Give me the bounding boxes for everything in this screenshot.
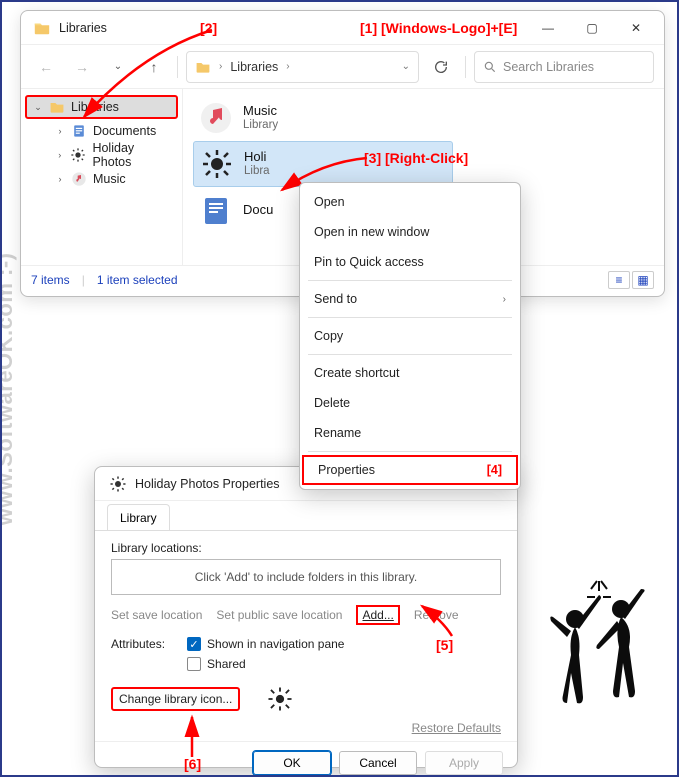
cancel-button[interactable]: Cancel: [339, 751, 417, 775]
annotation-6: [6]: [184, 756, 201, 772]
chevron-down-icon[interactable]: ⌄: [402, 61, 410, 72]
nav-up-button[interactable]: ↑: [139, 52, 169, 82]
search-placeholder: Search Libraries: [503, 60, 594, 74]
item-name: Holi: [244, 149, 294, 165]
ok-button[interactable]: OK: [253, 751, 331, 775]
tab-library[interactable]: Library: [107, 504, 170, 530]
menu-item-create-shortcut[interactable]: Create shortcut: [300, 358, 520, 388]
sun-icon: [109, 475, 127, 493]
tree-root-label: Libraries: [71, 100, 119, 114]
tree-item-label: Documents: [93, 124, 156, 138]
properties-dialog: Holiday Photos Properties ✕ Library Libr…: [94, 466, 518, 768]
item-name: Docu: [243, 202, 283, 218]
chevron-right-icon: ›: [503, 294, 506, 305]
sun-icon: [70, 147, 86, 163]
status-item-count: 7 items: [31, 273, 70, 287]
chevron-right-icon: ›: [55, 126, 65, 136]
documents-icon: [199, 193, 233, 227]
locations-label: Library locations:: [111, 541, 501, 555]
maximize-button[interactable]: ▢: [570, 13, 614, 43]
nav-tree: ⌄ Libraries › Documents ›: [21, 89, 183, 265]
properties-tabs: Library: [95, 501, 517, 531]
address-bar[interactable]: › Libraries › ⌄: [186, 51, 419, 83]
library-item-music[interactable]: Music Library: [193, 95, 654, 141]
set-public-save-location-button[interactable]: Set public save location: [216, 608, 342, 622]
breadcrumb-item[interactable]: Libraries: [230, 60, 278, 74]
annotation-5: [5]: [436, 637, 453, 653]
menu-item-pin-quick-access[interactable]: Pin to Quick access: [300, 247, 520, 277]
chevron-right-icon: ›: [219, 61, 222, 72]
set-save-location-button[interactable]: Set save location: [111, 608, 202, 622]
menu-item-send-to[interactable]: Send to›: [300, 284, 520, 314]
tree-item-documents[interactable]: › Documents: [49, 119, 178, 143]
apply-button[interactable]: Apply: [425, 751, 503, 775]
documents-icon: [71, 123, 87, 139]
search-input[interactable]: Search Libraries: [474, 51, 654, 83]
chevron-right-icon: ›: [55, 150, 64, 160]
menu-item-rename[interactable]: Rename: [300, 418, 520, 448]
status-selection: 1 item selected: [97, 273, 178, 287]
annotation-4: [4]: [487, 463, 502, 477]
attributes-label: Attributes:: [111, 637, 165, 651]
locations-listbox[interactable]: Click 'Add' to include folders in this l…: [111, 559, 501, 595]
search-icon: [483, 60, 497, 74]
tree-item-music[interactable]: › Music: [49, 167, 178, 191]
restore-defaults-button[interactable]: Restore Defaults: [412, 721, 501, 735]
watermark-text: www.SoftwareOK.com :-): [0, 252, 18, 525]
explorer-titlebar: Libraries — ▢ ✕: [21, 11, 664, 45]
sun-icon: [266, 685, 294, 713]
menu-item-copy[interactable]: Copy: [300, 321, 520, 351]
nav-forward-button[interactable]: →: [67, 52, 97, 82]
checkbox-navigation-pane[interactable]: ✓ Shown in navigation pane: [187, 637, 344, 651]
item-subtitle: Library: [243, 119, 278, 133]
checkbox-icon: ✓: [187, 637, 201, 651]
tree-item-label: Holiday Photos: [92, 141, 172, 169]
folder-icon: [195, 59, 211, 75]
tree-item-label: Music: [93, 172, 126, 186]
annotation-2: [2]: [200, 20, 217, 36]
menu-item-open[interactable]: Open: [300, 187, 520, 217]
close-button[interactable]: ✕: [614, 13, 658, 43]
view-icons-button[interactable]: ▦: [632, 271, 654, 289]
chevron-right-icon: ›: [286, 61, 289, 72]
tree-item-holiday-photos[interactable]: › Holiday Photos: [49, 143, 178, 167]
context-menu: Open Open in new window Pin to Quick acc…: [299, 182, 521, 490]
watermark-figures: [537, 575, 667, 755]
nav-back-button[interactable]: ←: [31, 52, 61, 82]
chevron-right-icon: ›: [55, 174, 65, 184]
checkbox-shared[interactable]: Shared: [187, 657, 344, 671]
properties-title: Holiday Photos Properties: [135, 477, 280, 491]
item-subtitle: Libra: [244, 165, 294, 179]
explorer-title: Libraries: [59, 21, 107, 35]
separator: [465, 56, 466, 78]
folder-icon: [49, 99, 65, 115]
music-icon: [71, 171, 87, 187]
view-details-button[interactable]: ≡: [608, 271, 630, 289]
sun-icon: [200, 147, 234, 181]
refresh-button[interactable]: [425, 51, 457, 83]
tree-root-libraries[interactable]: ⌄ Libraries: [25, 95, 178, 119]
change-library-icon-button[interactable]: Change library icon...: [111, 687, 240, 711]
minimize-button[interactable]: —: [526, 13, 570, 43]
menu-item-properties[interactable]: Properties [4]: [302, 455, 518, 485]
nav-recent-button[interactable]: ⌄: [103, 52, 133, 82]
add-button[interactable]: Add...: [356, 605, 399, 625]
explorer-navbar: ← → ⌄ ↑ › Libraries › ⌄: [21, 45, 664, 89]
annotation-3: [3] [Right-Click]: [364, 150, 468, 166]
menu-item-open-new-window[interactable]: Open in new window: [300, 217, 520, 247]
separator: [177, 56, 178, 78]
checkbox-icon: [187, 657, 201, 671]
menu-item-delete[interactable]: Delete: [300, 388, 520, 418]
chevron-down-icon: ⌄: [33, 102, 43, 113]
remove-button[interactable]: Remove: [414, 608, 459, 622]
folder-icon: [33, 19, 51, 37]
music-icon: [199, 101, 233, 135]
annotation-1: [1] [Windows-Logo]+[E]: [360, 20, 517, 36]
item-name: Music: [243, 103, 278, 119]
